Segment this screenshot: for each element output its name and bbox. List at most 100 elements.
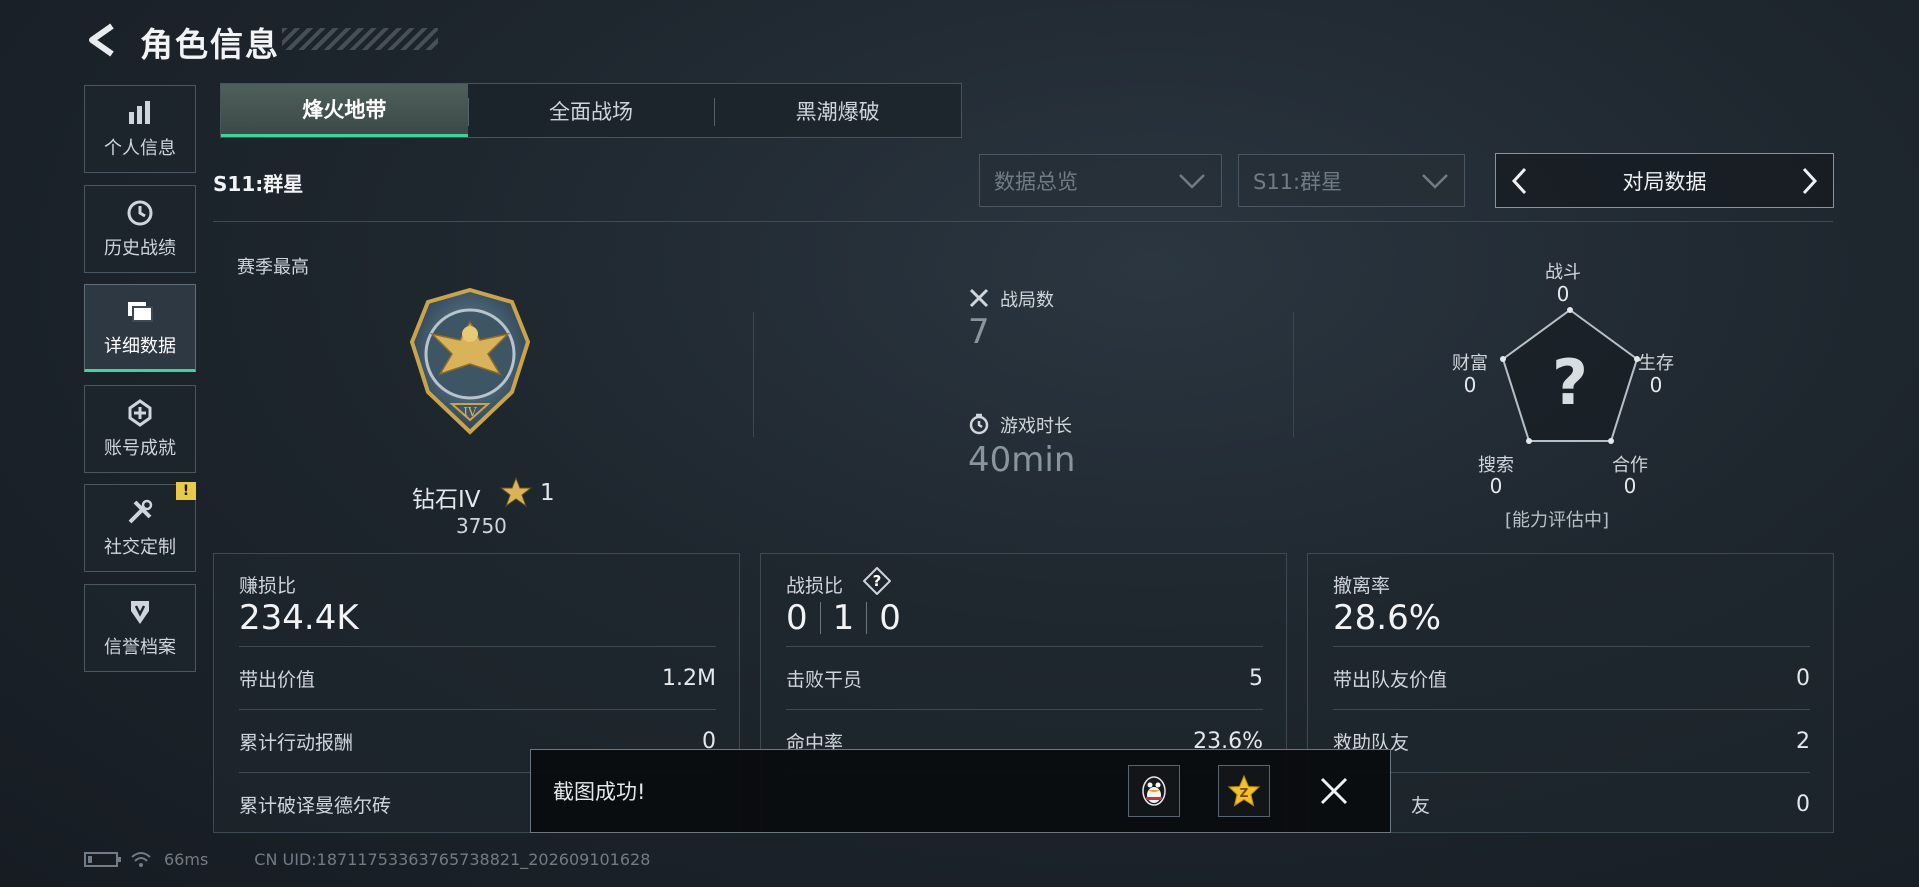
share-qq-button[interactable]: [1128, 765, 1180, 817]
playtime-label: 游戏时长: [1000, 416, 1072, 437]
radar-value-combat: 0: [1556, 282, 1570, 306]
crossed-swords-icon: [969, 288, 989, 308]
matches-value: 7: [968, 312, 990, 352]
radar-value-survival: 0: [1649, 373, 1663, 397]
stat-value: 1.2M: [662, 665, 716, 691]
stat-value: 2: [1796, 728, 1810, 754]
rank-score: 3750: [456, 514, 507, 538]
tab-full-battlefield[interactable]: 全面战场: [467, 84, 715, 137]
bar-chart-icon: [129, 101, 150, 124]
title-decoration: [282, 28, 438, 50]
radar-label-combat: 战斗: [1545, 262, 1581, 283]
card-title: 撤离率: [1333, 575, 1391, 597]
stat-label: 累计行动报酬: [239, 731, 354, 754]
close-icon[interactable]: [1314, 771, 1354, 811]
dropdown-value: 数据总览: [994, 169, 1078, 194]
radar-label-wealth: 财富: [1452, 353, 1488, 374]
toast-message: 截图成功!: [553, 780, 646, 804]
section-divider: [213, 221, 1833, 222]
battery-icon: [84, 852, 121, 867]
stat-value: 5: [1249, 665, 1263, 691]
stopwatch-icon: [969, 413, 989, 435]
card-title: 赚损比: [239, 575, 297, 597]
vertical-separator: [753, 312, 754, 437]
screenshot-toast: 截图成功! Z: [530, 749, 1391, 833]
stat-value: 0: [1796, 665, 1810, 691]
emblem-tier-mark: IV: [463, 405, 477, 419]
sidebar-item-label: 个人信息: [104, 138, 176, 159]
sidebar-item-achievements[interactable]: 账号成就: [84, 385, 196, 473]
sidebar-item-history[interactable]: 历史战绩: [84, 185, 196, 273]
sidebar-item-label: 社交定制: [104, 537, 176, 558]
kd-segment: 1: [832, 598, 855, 638]
season-dropdown[interactable]: S11:群星: [1238, 154, 1465, 207]
card-title: 战损比: [786, 575, 844, 597]
ping-value: 66ms: [164, 850, 209, 869]
chevron-down-icon: [1422, 173, 1448, 189]
stat-row: 带出价值 1.2M: [239, 646, 716, 709]
season-title: S11:群星: [213, 172, 304, 196]
chevron-right-icon: [1802, 167, 1818, 194]
achievement-icon: [128, 399, 152, 427]
sidebar-item-label: 信誉档案: [104, 637, 176, 658]
rank-star-count: 1: [540, 480, 555, 506]
stat-label: 带出价值: [239, 668, 316, 691]
rank-name: 钻石IV: [412, 487, 481, 513]
stat-label: 击败干员: [786, 668, 863, 691]
kd-segment: 0: [786, 598, 808, 638]
season-best-label: 赛季最高: [237, 257, 309, 278]
uid-text: CN UID:18711753363765738821_202609101628: [254, 850, 651, 869]
radar-value-cooperation: 0: [1623, 474, 1637, 498]
page-title: 角色信息: [140, 25, 280, 64]
stat-row: 救助队友 2: [1333, 709, 1810, 772]
back-arrow-icon[interactable]: [84, 22, 120, 58]
radar-unknown-symbol: ?: [1552, 346, 1588, 419]
wifi-icon: [131, 851, 151, 867]
radar-label-survival: 生存: [1638, 353, 1674, 374]
folder-icon: [128, 302, 153, 322]
diamond-rank-emblem-icon: IV: [409, 287, 531, 435]
card-main-value: 234.4K: [239, 598, 359, 638]
sidebar-item-reputation[interactable]: 信誉档案: [84, 584, 196, 672]
prev-arrow-button[interactable]: [1504, 161, 1534, 201]
data-pager: 对局数据: [1495, 153, 1834, 208]
radar-value-wealth: 0: [1463, 373, 1477, 397]
stat-row: 击败干员 5: [786, 646, 1263, 709]
pager-label: 对局数据: [1622, 169, 1707, 194]
radar-value-search: 0: [1489, 474, 1503, 498]
dropdown-value: S11:群星: [1253, 169, 1343, 194]
tools-icon: [128, 499, 153, 524]
next-arrow-button[interactable]: [1795, 161, 1825, 201]
star-icon: [500, 476, 532, 508]
svg-text:Z: Z: [1240, 786, 1249, 800]
shield-icon: [131, 601, 149, 624]
stat-row: 带出队友价值 0: [1333, 646, 1810, 709]
stat-label: 带出队友价值: [1333, 668, 1448, 691]
status-footer: 66ms CN UID:18711753363765738821_2026091…: [84, 850, 650, 869]
data-type-dropdown[interactable]: 数据总览: [979, 154, 1222, 207]
qzone-star-icon: Z: [1227, 774, 1261, 807]
kd-segment: 0: [879, 598, 901, 638]
kd-ratio-value: 0 1 0: [786, 598, 901, 638]
chevron-down-icon: [1179, 173, 1205, 189]
clock-icon: [127, 200, 153, 226]
mode-tabs: 烽火地带 全面战场 黑潮爆破: [220, 83, 962, 138]
stat-label: 累计破译曼德尔砖: [239, 794, 392, 817]
stat-value: 0: [1796, 791, 1810, 817]
matches-label: 战局数: [1000, 290, 1054, 311]
help-icon[interactable]: ?: [863, 567, 891, 595]
ability-evaluation-status: [能力评估中]: [1505, 510, 1610, 531]
share-qzone-button[interactable]: Z: [1218, 765, 1270, 817]
playtime-value: 40min: [968, 440, 1076, 480]
sidebar-item-detailed-data[interactable]: 详细数据: [84, 284, 196, 372]
sidebar-item-personal-info[interactable]: 个人信息: [84, 85, 196, 173]
sidebar-item-label: 详细数据: [104, 336, 176, 357]
vertical-separator: [1293, 312, 1294, 437]
qq-penguin-icon: [1142, 776, 1166, 806]
sidebar-item-label: 账号成就: [104, 438, 176, 459]
tab-black-tide[interactable]: 黑潮爆破: [714, 84, 961, 137]
card-main-value: 28.6%: [1333, 598, 1442, 638]
tab-beacon-zone[interactable]: 烽火地带: [221, 84, 468, 137]
svg-text:?: ?: [873, 572, 882, 590]
stat-row: 友0: [1333, 772, 1810, 835]
